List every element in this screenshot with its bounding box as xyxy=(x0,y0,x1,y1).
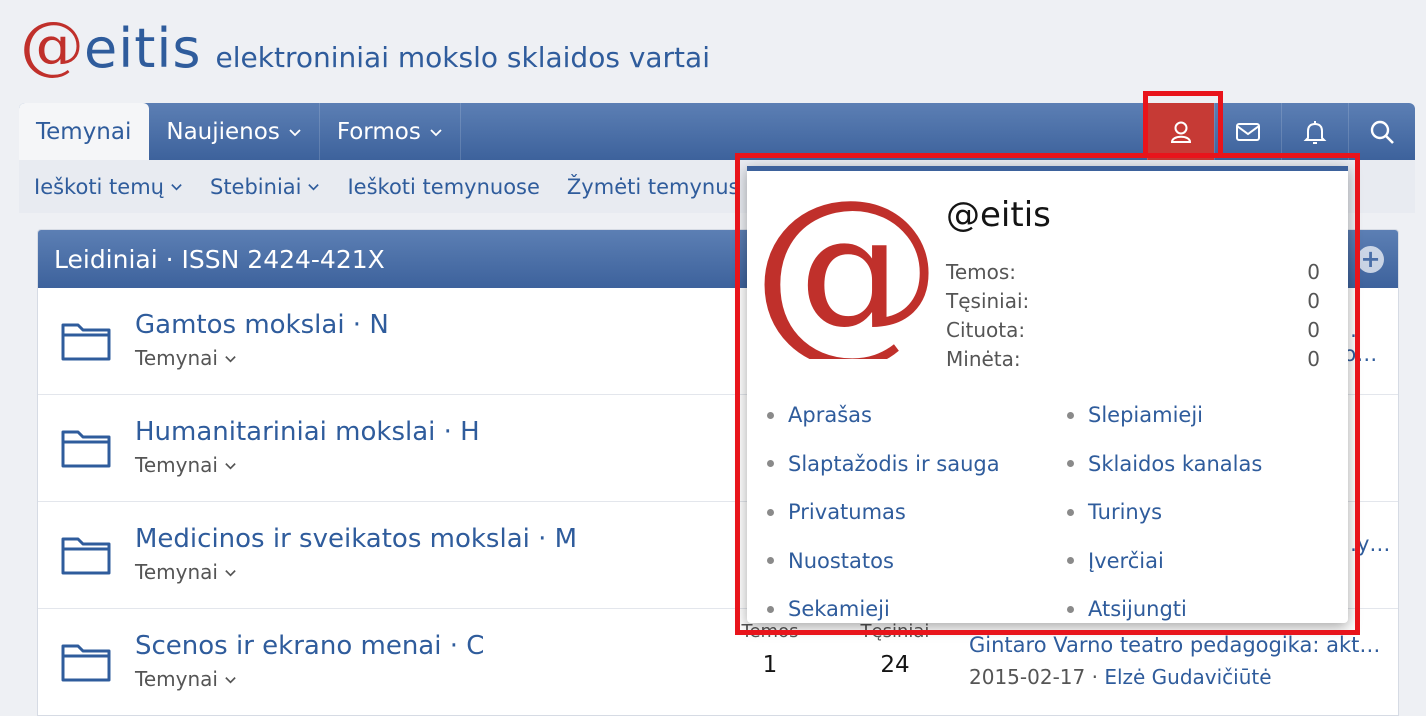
chevron-down-icon xyxy=(225,462,236,469)
forum-title[interactable]: Humanitariniai mokslai · H xyxy=(135,417,480,447)
tab-temynai[interactable]: Temynai xyxy=(19,103,150,160)
forum-title[interactable]: Medicinos ir sveikatos mokslai · M xyxy=(135,524,577,554)
folder-icon xyxy=(61,644,111,682)
subnav-label: Stebiniai xyxy=(209,174,302,199)
folder-icon xyxy=(61,323,111,361)
meta-separator: · xyxy=(1085,665,1105,689)
bell-icon xyxy=(1303,120,1327,144)
subforum-label: Temynai xyxy=(135,453,218,477)
logo-at-symbol: @ xyxy=(20,9,84,83)
highlight-account-button xyxy=(1143,91,1223,158)
expand-icon[interactable]: + xyxy=(1357,246,1384,273)
subforum-toggle[interactable]: Temynai xyxy=(135,667,237,691)
subforum-toggle[interactable]: Temynai xyxy=(135,453,237,477)
latest-post: Gintaro Varno teatro pedagogika: aktoria… xyxy=(969,633,1389,689)
subnav-search-forums[interactable]: Ieškoti temynuose xyxy=(347,175,539,199)
chevron-down-icon xyxy=(430,128,442,136)
logo-name: eitis xyxy=(84,17,202,80)
stat-value: 1 xyxy=(762,652,778,678)
subnav-watched[interactable]: Stebiniai xyxy=(210,175,321,199)
tab-label: Temynai xyxy=(36,118,132,145)
folder-icon xyxy=(61,537,111,575)
latest-post-meta: 2015-02-17 · Elzė Gudavičiūtė xyxy=(969,665,1389,689)
chevron-down-icon xyxy=(225,676,236,683)
site-logo[interactable]: @ eitis elektroniniai mokslo sklaidos va… xyxy=(20,14,710,78)
subnav-label: Ieškoti temų xyxy=(34,174,164,199)
stat-value: 24 xyxy=(880,652,910,678)
forum-title[interactable]: Gamtos mokslai · N xyxy=(135,310,389,340)
category-title: Leidiniai · ISSN 2424-421X xyxy=(54,244,385,274)
subforum-toggle[interactable]: Temynai xyxy=(135,560,237,584)
subforum-label: Temynai xyxy=(135,346,218,370)
chevron-down-icon xyxy=(289,128,301,136)
tab-label: Formos xyxy=(336,118,421,145)
latest-post-user[interactable]: Elzė Gudavičiūtė xyxy=(1104,665,1271,689)
latest-post-date[interactable]: 2015-02-17 xyxy=(969,665,1085,689)
chevron-down-icon xyxy=(171,184,182,191)
chevron-down-icon xyxy=(225,355,236,362)
chevron-down-icon xyxy=(308,184,320,191)
subforum-label: Temynai xyxy=(135,560,218,584)
folder-icon xyxy=(61,430,111,468)
tab-label: Naujienos xyxy=(166,118,280,145)
search-button[interactable] xyxy=(1348,103,1415,160)
alerts-button[interactable] xyxy=(1281,103,1348,160)
subforum-label: Temynai xyxy=(135,667,218,691)
inbox-button[interactable] xyxy=(1214,103,1281,160)
subnav-find-topics[interactable]: Ieškoti temų xyxy=(34,175,183,199)
site-tagline: elektroniniai mokslo sklaidos vartai xyxy=(215,41,710,74)
chevron-down-icon xyxy=(225,569,236,576)
subnav-label: Ieškoti temynuose xyxy=(347,174,540,199)
mail-icon xyxy=(1236,122,1260,141)
subforum-toggle[interactable]: Temynai xyxy=(135,346,237,370)
highlight-account-popup xyxy=(735,153,1360,635)
tab-naujienos[interactable]: Naujienos xyxy=(149,103,320,160)
tab-formos[interactable]: Formos xyxy=(320,103,461,160)
search-icon xyxy=(1370,120,1394,144)
forum-title[interactable]: Scenos ir ekrano menai · C xyxy=(135,631,484,661)
latest-post-title[interactable]: Gintaro Varno teatro pedagogika: aktoria… xyxy=(969,633,1389,657)
